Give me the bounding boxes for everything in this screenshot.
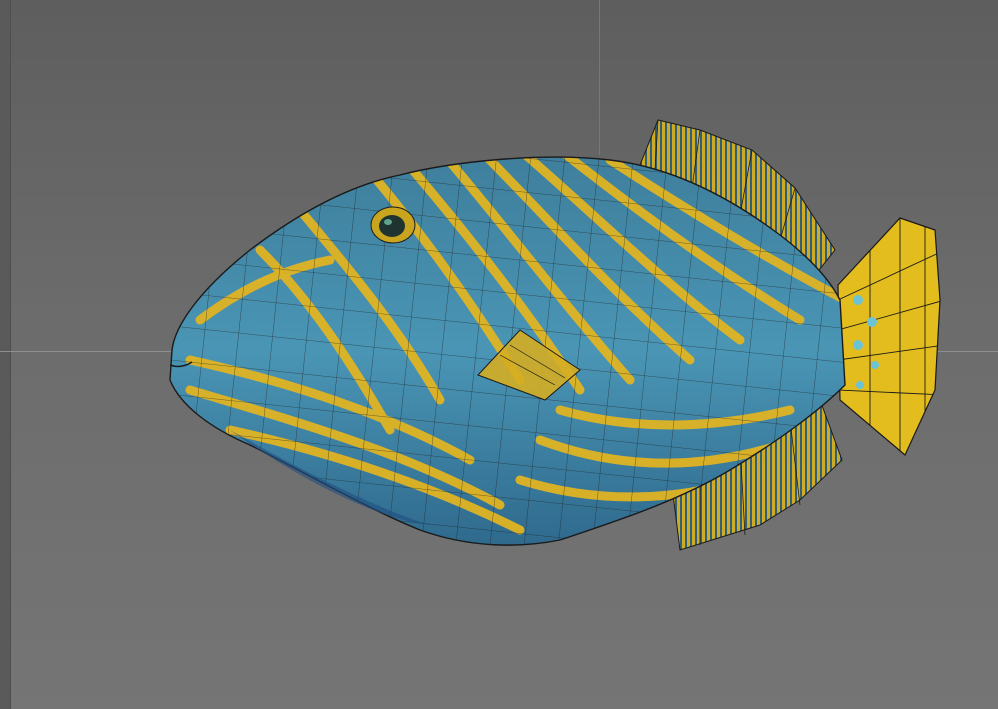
fish-model[interactable]	[0, 0, 998, 709]
3d-viewport[interactable]	[0, 0, 998, 709]
fish-eye	[370, 206, 416, 244]
tail-fin	[837, 217, 941, 456]
